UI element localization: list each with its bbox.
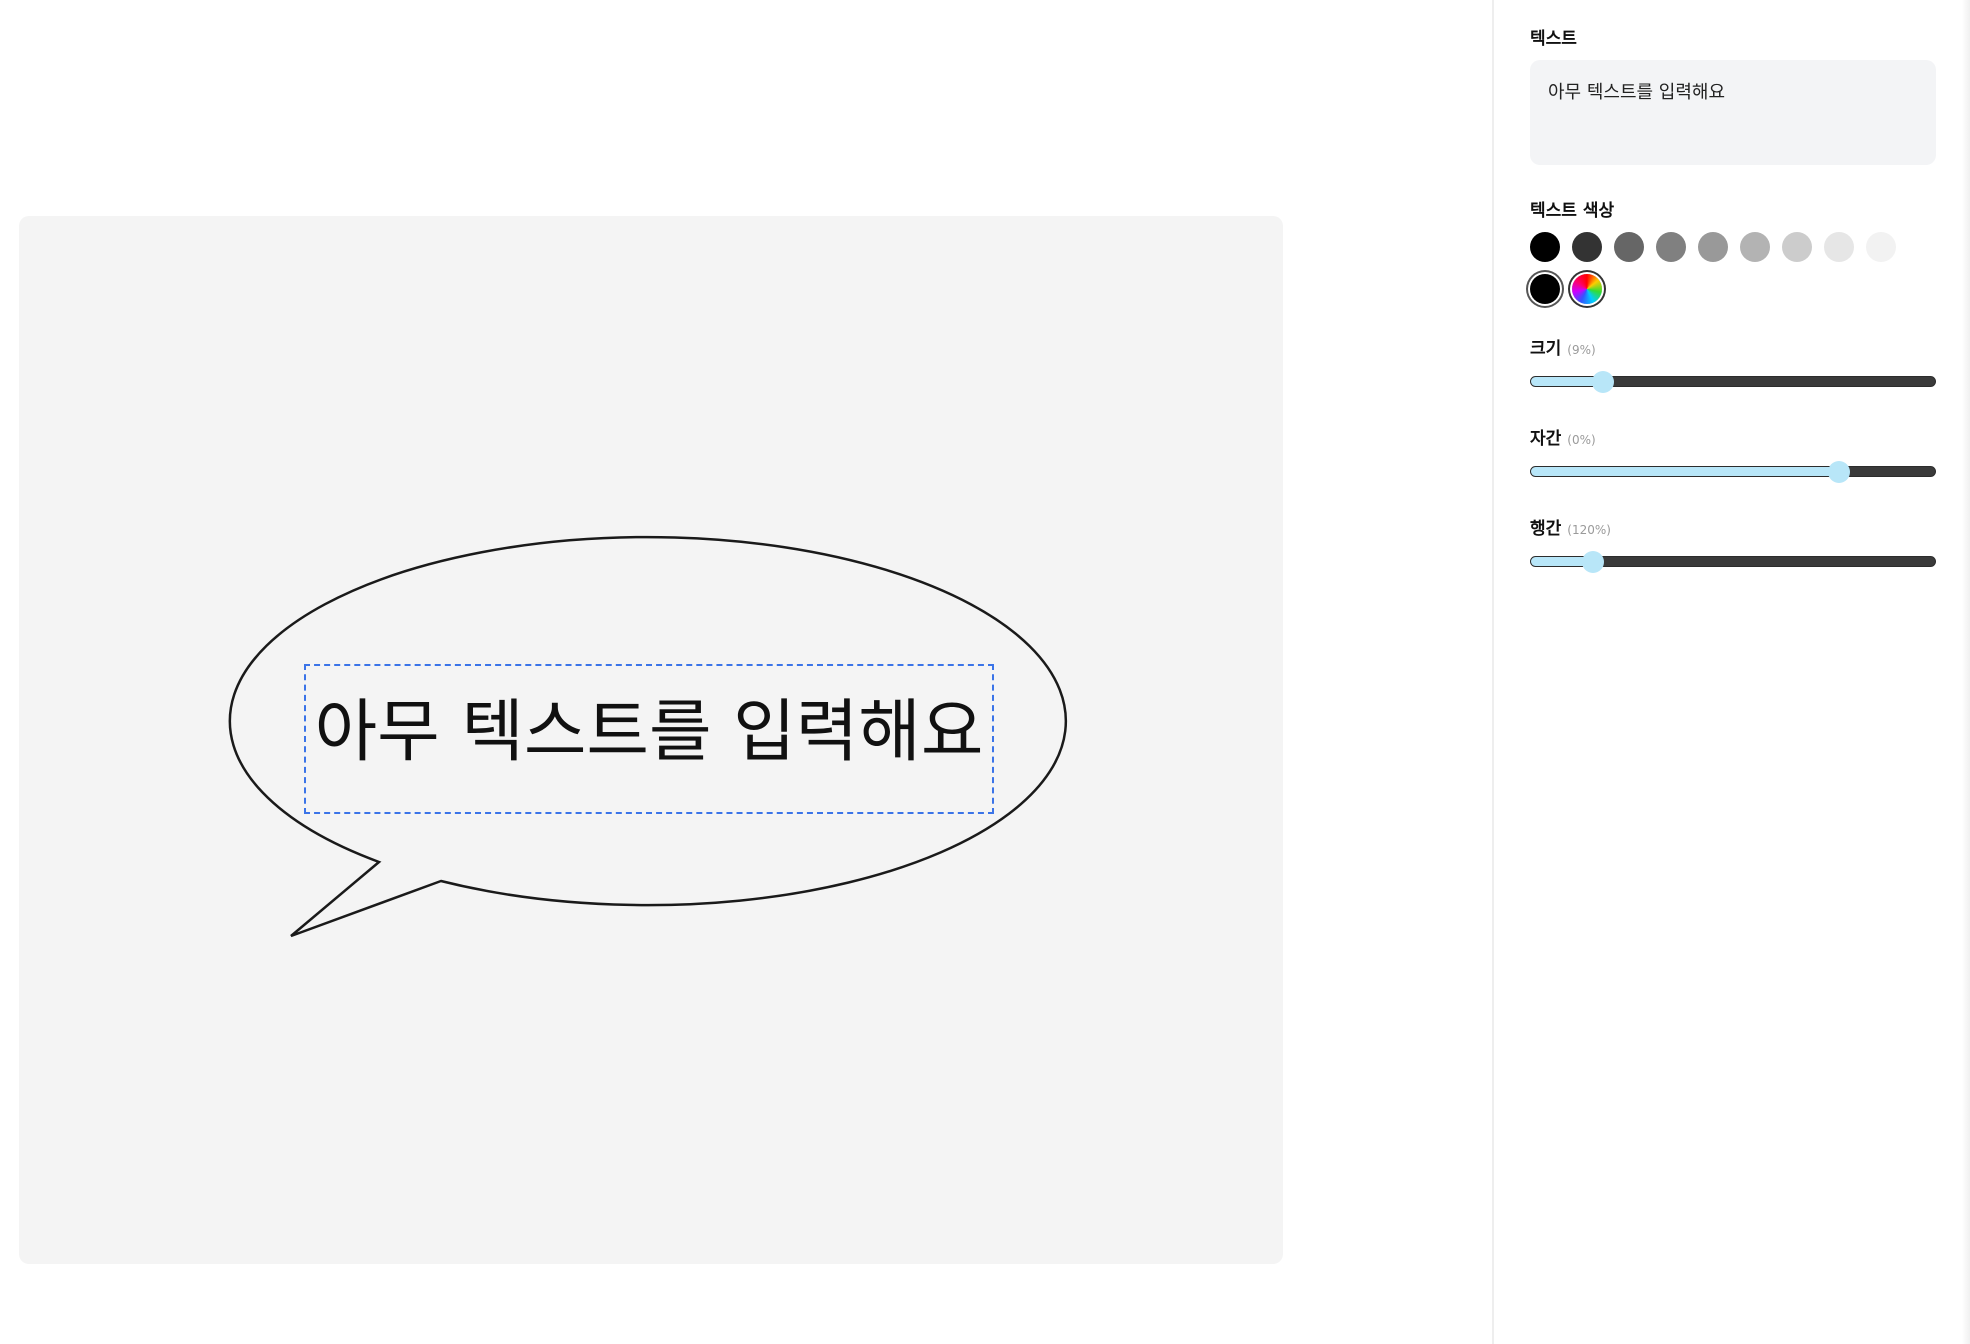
color-swatch-gray-90[interactable]: [1824, 232, 1854, 262]
color-swatch-black[interactable]: [1530, 232, 1560, 262]
text-section-label: 텍스트: [1530, 29, 1577, 49]
size-label: 크기 (9%): [1530, 339, 1596, 359]
letter-spacing-slider-thumb[interactable]: [1827, 461, 1850, 483]
color-wheel-icon[interactable]: [1572, 274, 1602, 304]
color-swatch-gray-80[interactable]: [1782, 232, 1812, 262]
color-swatch-gray-40[interactable]: [1614, 232, 1644, 262]
color-swatch-gray-20[interactable]: [1572, 232, 1602, 262]
artboard[interactable]: 아무 텍스트를 입력해요: [19, 216, 1283, 1264]
letter-spacing-label: 자간 (0%): [1530, 429, 1596, 449]
size-value: (9%): [1567, 343, 1596, 357]
line-height-label: 행간 (120%): [1530, 519, 1611, 539]
letter-spacing-slider-track[interactable]: [1530, 466, 1936, 477]
letter-spacing-slider-fill: [1531, 467, 1839, 476]
line-height-value: (120%): [1567, 523, 1611, 537]
line-height-slider-thumb[interactable]: [1581, 551, 1604, 573]
canvas-area: 아무 텍스트를 입력해요: [0, 0, 1492, 1344]
panel-edge-shadow: [1962, 0, 1970, 1344]
color-swatch-gray-70[interactable]: [1740, 232, 1770, 262]
editor-root: 아무 텍스트를 입력해요 텍스트 텍스트 색상 크기(9%): [0, 0, 1970, 1344]
text-input[interactable]: [1530, 60, 1936, 165]
letter-spacing-value: (0%): [1567, 433, 1596, 447]
letter-spacing-slider[interactable]: [1530, 460, 1936, 484]
current-color-swatch[interactable]: [1530, 274, 1560, 304]
size-slider-track[interactable]: [1530, 376, 1936, 387]
bubble-text-box[interactable]: 아무 텍스트를 입력해요: [304, 664, 994, 814]
text-color-section-label: 텍스트 색상: [1530, 201, 1615, 221]
size-slider-thumb[interactable]: [1592, 371, 1615, 393]
properties-panel: 텍스트 텍스트 색상 크기(9%) 자간(0%): [1492, 0, 1970, 1344]
size-slider[interactable]: [1530, 370, 1936, 394]
color-swatch-gray-60[interactable]: [1698, 232, 1728, 262]
line-height-slider[interactable]: [1530, 550, 1936, 574]
bubble-text[interactable]: 아무 텍스트를 입력해요: [315, 692, 984, 774]
color-swatch-gray-50[interactable]: [1656, 232, 1686, 262]
color-swatch-gray-95[interactable]: [1866, 232, 1896, 262]
